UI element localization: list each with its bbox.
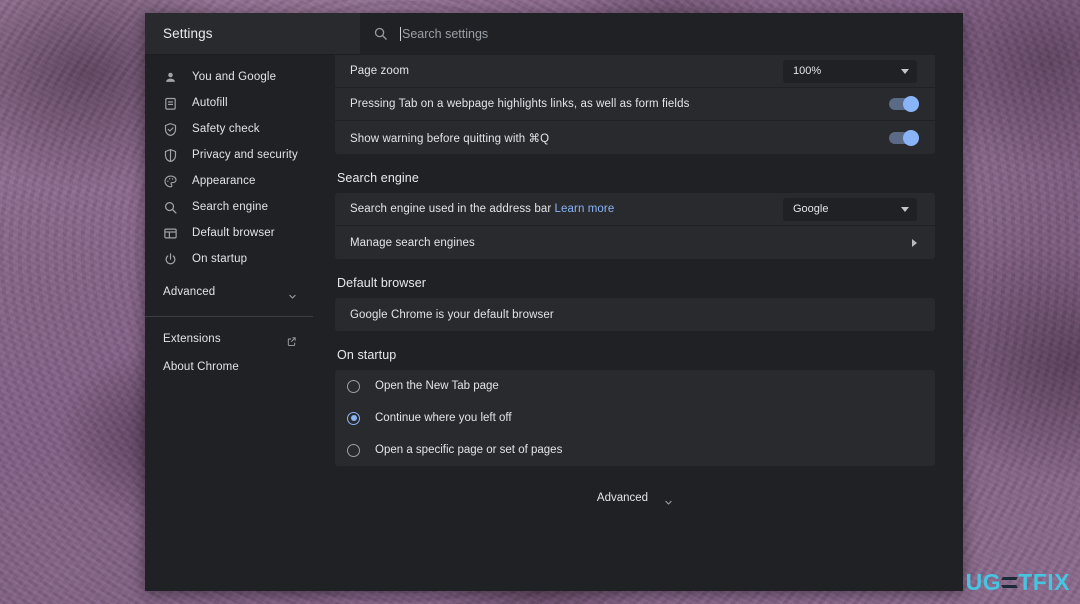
external-link-icon [286,334,297,346]
sidebar-item-extensions[interactable]: Extensions [145,325,313,353]
sidebar-item-label: About Chrome [163,361,239,373]
sidebar-item-autofill[interactable]: Autofill [145,90,313,116]
sidebar-item-appearance[interactable]: Appearance [145,168,313,194]
toggle-knob [903,129,919,146]
search-icon [163,200,178,215]
chevron-down-icon [901,68,909,74]
page-zoom-row: Page zoom 100% [335,55,935,88]
shield-check-icon [163,122,178,137]
sidebar-item-label: Extensions [163,333,221,345]
sidebar-item-label: Autofill [192,97,228,109]
settings-sidebar: You and Google Autofill Safety check Pri… [145,55,313,591]
search-engine-label: Search engine used in the address bar Le… [350,203,614,215]
page-zoom-dropdown[interactable]: 100% [783,59,917,83]
sidebar-item-safety-check[interactable]: Safety check [145,116,313,142]
sidebar-item-label: Appearance [192,175,256,187]
sidebar-item-label: Advanced [163,286,216,298]
chevron-down-icon [901,206,909,212]
appearance-card: Page zoom 100% Pressing Tab on a webpage… [335,55,935,154]
radio-button-selected-icon[interactable] [347,411,360,425]
sidebar-item-you-and-google[interactable]: You and Google [145,64,313,90]
page-zoom-value: 100% [793,65,822,77]
sidebar-divider [145,316,313,317]
sidebar-item-on-startup[interactable]: On startup [145,246,313,272]
sidebar-item-label: You and Google [192,71,277,83]
window-icon [163,226,178,241]
search-engine-section-title: Search engine [337,171,419,185]
page-zoom-label: Page zoom [350,65,410,77]
search-engine-row: Search engine used in the address bar Le… [335,193,935,226]
quit-warning-toggle[interactable] [889,129,919,146]
sidebar-item-label: Privacy and security [192,149,298,161]
power-icon [163,252,178,267]
settings-main-content: Page zoom 100% Pressing Tab on a webpage… [313,55,963,591]
search-bar[interactable]: Search settings [360,13,963,55]
default-browser-status: Google Chrome is your default browser [350,308,554,321]
sidebar-item-advanced[interactable]: Advanced [145,278,313,306]
shield-icon [163,148,178,163]
radio-button-icon[interactable] [347,443,360,457]
tab-highlight-row: Pressing Tab on a webpage highlights lin… [335,88,935,121]
clipboard-icon [163,96,178,111]
chevron-down-icon [288,288,297,299]
sidebar-item-privacy-and-security[interactable]: Privacy and security [145,142,313,168]
sidebar-item-label: Search engine [192,201,269,213]
on-startup-section-title: On startup [337,348,397,362]
startup-option-specific-page[interactable]: Open a specific page or set of pages [335,434,935,466]
quit-warning-label: Show warning before quitting with ⌘Q [350,132,550,145]
chevron-down-icon [664,494,673,505]
tab-highlight-toggle[interactable] [889,96,919,112]
startup-option-new-tab[interactable]: Open the New Tab page [335,370,935,402]
radio-button-icon[interactable] [347,379,360,393]
search-icon [373,26,388,41]
page-title: Settings [163,26,213,41]
search-engine-label-text: Search engine used in the address bar [350,203,552,215]
default-browser-card: Google Chrome is your default browser [335,298,935,331]
sidebar-item-label: Default browser [192,227,275,239]
on-startup-card: Open the New Tab page Continue where you… [335,370,935,466]
learn-more-link[interactable]: Learn more [555,203,615,215]
text-caret [400,26,401,41]
sidebar-item-label: Safety check [192,123,260,135]
search-input[interactable]: Search settings [402,27,488,41]
ugetfix-watermark: UG TFIX [966,569,1070,596]
search-engine-dropdown[interactable]: Google [783,197,917,221]
watermark-part1: UG [965,569,1002,595]
quit-warning-row: Show warning before quitting with ⌘Q [335,121,935,154]
startup-option-label: Open a specific page or set of pages [375,444,563,456]
palette-icon [163,174,178,189]
sidebar-item-label: On startup [192,253,248,265]
tab-highlight-label: Pressing Tab on a webpage highlights lin… [350,98,690,110]
watermark-part2: TFIX [1018,569,1070,595]
sidebar-item-default-browser[interactable]: Default browser [145,220,313,246]
advanced-expand-label: Advanced [596,492,649,504]
manage-search-engines-label: Manage search engines [350,236,475,249]
default-browser-section-title: Default browser [337,276,427,290]
manage-search-engines-row[interactable]: Manage search engines [335,226,935,259]
default-browser-status-row: Google Chrome is your default browser [335,298,935,331]
chrome-settings-window: Settings Search settings You and Google … [145,13,963,591]
search-engine-value: Google [793,203,829,215]
startup-option-label: Open the New Tab page [375,380,499,392]
toggle-knob [903,96,919,112]
startup-option-label: Continue where you left off [375,412,512,424]
search-engine-card: Search engine used in the address bar Le… [335,193,935,259]
startup-option-continue[interactable]: Continue where you left off [335,402,935,434]
sidebar-item-about-chrome[interactable]: About Chrome [145,353,313,381]
chevron-right-icon [912,238,917,247]
sidebar-item-search-engine[interactable]: Search engine [145,194,313,220]
person-icon [163,70,178,85]
advanced-expand-button[interactable]: Advanced [335,492,935,505]
settings-header: Settings Search settings [145,13,963,55]
watermark-e-glyph [1002,574,1017,591]
